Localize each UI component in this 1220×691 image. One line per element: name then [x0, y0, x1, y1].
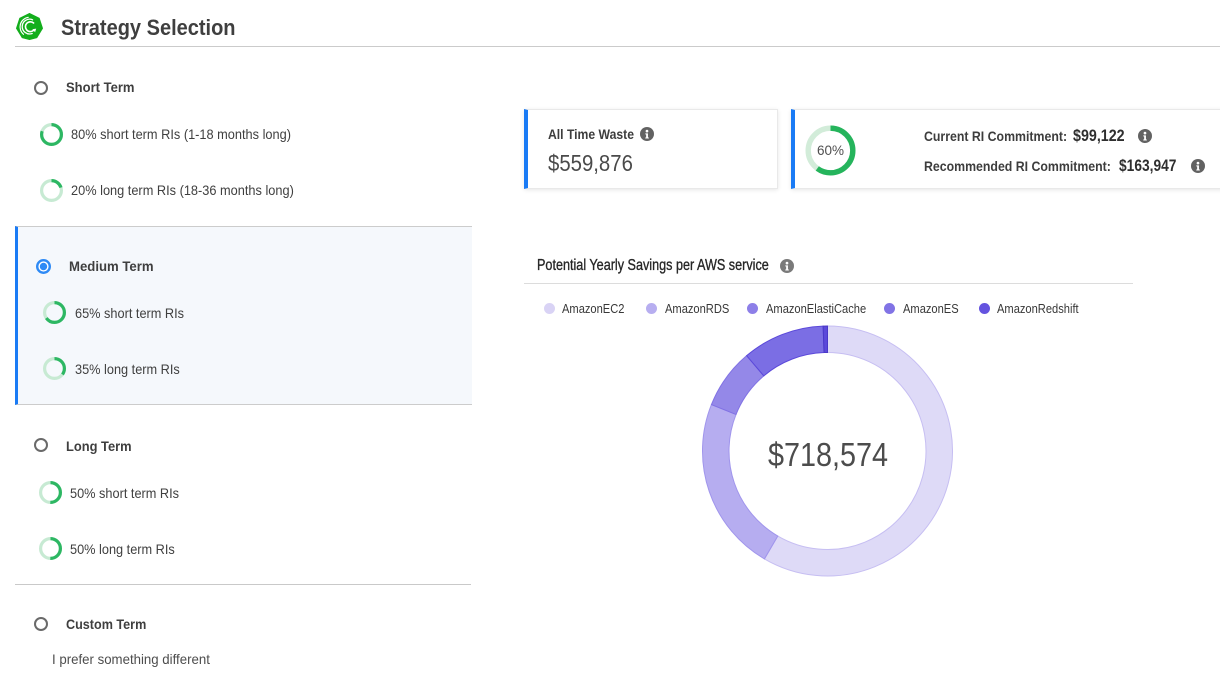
svg-text:60%: 60%: [817, 143, 844, 158]
